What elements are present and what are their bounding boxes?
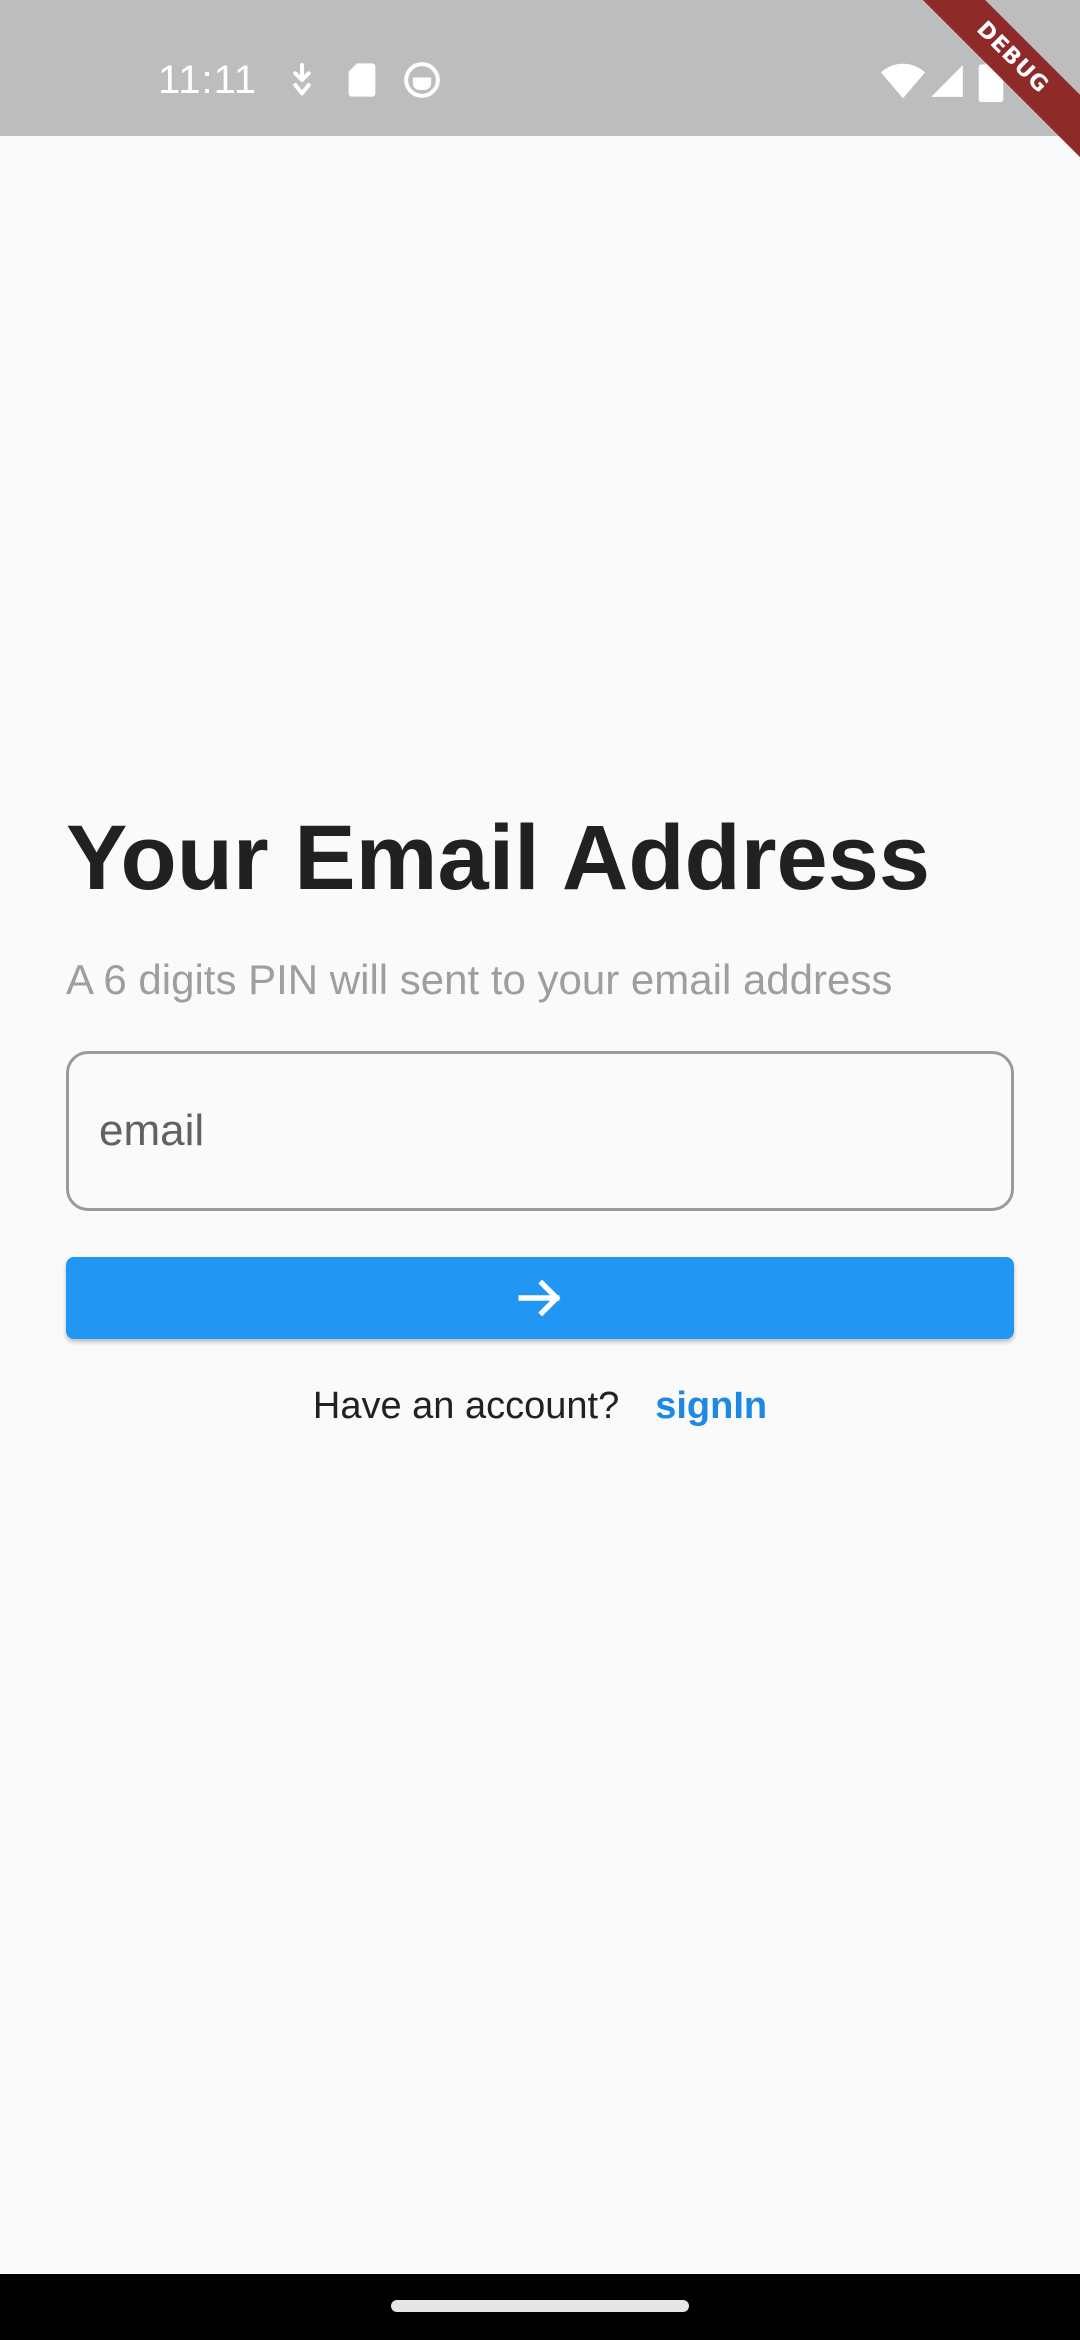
cell-signal-icon — [928, 62, 966, 100]
sd-card-icon — [342, 60, 382, 100]
account-prompt: Have an account? signIn — [0, 1378, 1080, 1434]
status-bar: 11:11 — [0, 0, 1080, 136]
email-input[interactable] — [66, 1051, 1014, 1211]
account-question-text: Have an account? — [312, 1385, 620, 1427]
battery-icon — [976, 60, 1006, 102]
app-notification-icon — [402, 60, 442, 100]
home-handle[interactable] — [391, 2300, 689, 2312]
submit-arrow-button[interactable] — [66, 1257, 1014, 1339]
status-time: 11:11 — [158, 58, 258, 102]
arrow-right-icon — [515, 1273, 565, 1323]
download-icon — [282, 60, 322, 100]
page-subtitle: A 6 digits PIN will sent to your email a… — [66, 956, 893, 1003]
page-title: Your Email Address — [66, 807, 931, 909]
wifi-icon — [880, 58, 926, 104]
sign-in-link[interactable]: signIn — [655, 1378, 767, 1434]
